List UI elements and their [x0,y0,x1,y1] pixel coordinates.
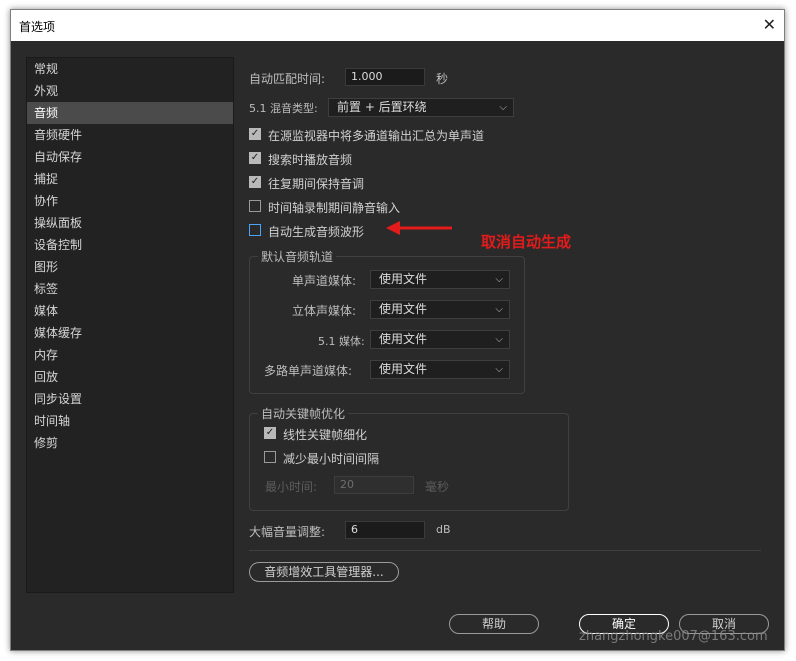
watermark: zhangzhongke007@163.com [579,629,768,644]
checkbox-label: 在源监视器中将多通道输出汇总为单声道 [268,129,485,143]
checkbox-icon[interactable] [264,451,276,463]
chevron-down-icon: ⌵ [495,334,503,345]
mix-type-label: 5.1 混音类型: [249,102,318,115]
help-button[interactable]: 帮助 [449,614,539,634]
multi-mono-media-select[interactable]: 使用文件 ⌵ [370,360,510,379]
mix-type-select[interactable]: 前置 + 后置环绕 ⌵ [328,98,514,117]
sidebar-item-audio-hardware[interactable]: 音频硬件 [27,124,233,146]
mono-media-value: 使用文件 [379,272,428,286]
close-icon[interactable]: ✕ [763,15,776,34]
group-legend: 默认音频轨道 [258,248,337,265]
checkbox-label: 减少最小时间间隔 [283,452,380,466]
mix-type-value: 前置 + 后置环绕 [337,100,427,114]
surround-media-label: 5.1 媒体: [318,335,365,348]
annotation-text: 取消自动生成 [481,233,572,251]
checkbox-icon[interactable]: ✓ [249,176,261,188]
min-time-unit: 毫秒 [425,480,450,494]
stereo-media-value: 使用文件 [379,302,428,316]
mono-media-select[interactable]: 使用文件 ⌵ [370,270,510,289]
chevron-down-icon: ⌵ [495,304,503,315]
audio-plugin-manager-button[interactable]: 音频增效工具管理器... [249,562,399,582]
sidebar-item-playback[interactable]: 回放 [27,366,233,388]
sidebar-item-appearance[interactable]: 外观 [27,80,233,102]
checkbox-mute-input[interactable]: 时间轴录制期间静音输入 [249,199,549,215]
sidebar-item-control-surface[interactable]: 操纵面板 [27,212,233,234]
sidebar-item-collaboration[interactable]: 协作 [27,190,233,212]
checkbox-icon[interactable]: ✓ [249,128,261,140]
chevron-down-icon: ⌵ [499,102,507,113]
sidebar-item-capture[interactable]: 捕捉 [27,168,233,190]
min-time-label: 最小时间: [265,480,318,494]
checkbox-label: 线性关键帧细化 [283,428,368,442]
chevron-down-icon: ⌵ [495,364,503,375]
checkbox-play-audio-scrub[interactable]: ✓ 搜索时播放音频 [249,151,549,167]
sidebar-item-timeline[interactable]: 时间轴 [27,410,233,432]
surround-media-value: 使用文件 [379,332,428,346]
multi-mono-media-label: 多路单声道媒体: [264,364,353,378]
chevron-down-icon: ⌵ [495,274,503,285]
checkbox-reduce-min-time[interactable]: 减少最小时间间隔 [264,450,464,466]
stereo-media-select[interactable]: 使用文件 ⌵ [370,300,510,319]
auto-match-unit: 秒 [436,72,449,86]
checkbox-label: 往复期间保持音调 [268,177,365,191]
checkbox-label: 自动生成音频波形 [268,225,365,239]
mono-media-label: 单声道媒体: [292,274,357,288]
category-list: 常规 外观 音频 音频硬件 自动保存 捕捉 协作 操纵面板 设备控制 图形 标签… [26,57,234,593]
group-legend: 自动关键帧优化 [258,405,349,422]
sidebar-item-media-cache[interactable]: 媒体缓存 [27,322,233,344]
checkbox-label: 时间轴录制期间静音输入 [268,201,401,215]
sidebar-item-audio[interactable]: 音频 [27,102,233,124]
gain-label: 大幅音量调整: [249,525,326,539]
checkbox-icon[interactable] [249,200,261,212]
checkbox-label: 搜索时播放音频 [268,153,353,167]
sidebar-item-media[interactable]: 媒体 [27,300,233,322]
checkbox-icon[interactable]: ✓ [249,152,261,164]
gain-unit: dB [436,523,451,536]
red-arrow-icon [386,221,452,235]
surround-media-select[interactable]: 使用文件 ⌵ [370,330,510,349]
min-time-input: 20 [334,476,414,494]
sidebar-item-memory[interactable]: 内存 [27,344,233,366]
auto-match-input[interactable]: 1.000 [345,68,425,86]
checkbox-icon[interactable] [249,224,261,236]
dialog-title: 首选项 [19,20,56,34]
auto-match-label: 自动匹配时间: [249,72,326,86]
stereo-media-label: 立体声媒体: [292,304,357,318]
sidebar-item-trim[interactable]: 修剪 [27,432,233,454]
sidebar-item-device-control[interactable]: 设备控制 [27,234,233,256]
sidebar-item-graphics[interactable]: 图形 [27,256,233,278]
preferences-dialog: 首选项 ✕ 常规 外观 音频 音频硬件 自动保存 捕捉 协作 操纵面板 设备控制… [10,9,785,651]
divider [249,550,761,551]
checkbox-icon[interactable]: ✓ [264,427,276,439]
sidebar-item-auto-save[interactable]: 自动保存 [27,146,233,168]
sidebar-item-sync-settings[interactable]: 同步设置 [27,388,233,410]
checkbox-sum-multichannel[interactable]: ✓ 在源监视器中将多通道输出汇总为单声道 [249,127,549,143]
checkbox-linear-keyframe[interactable]: ✓ 线性关键帧细化 [264,426,464,442]
gain-input[interactable]: 6 [345,521,425,539]
title-bar: 首选项 ✕ [11,10,784,41]
sidebar-item-labels[interactable]: 标签 [27,278,233,300]
checkbox-maintain-pitch[interactable]: ✓ 往复期间保持音调 [249,175,549,191]
multi-mono-media-value: 使用文件 [379,362,428,376]
sidebar-item-general[interactable]: 常规 [27,58,233,80]
